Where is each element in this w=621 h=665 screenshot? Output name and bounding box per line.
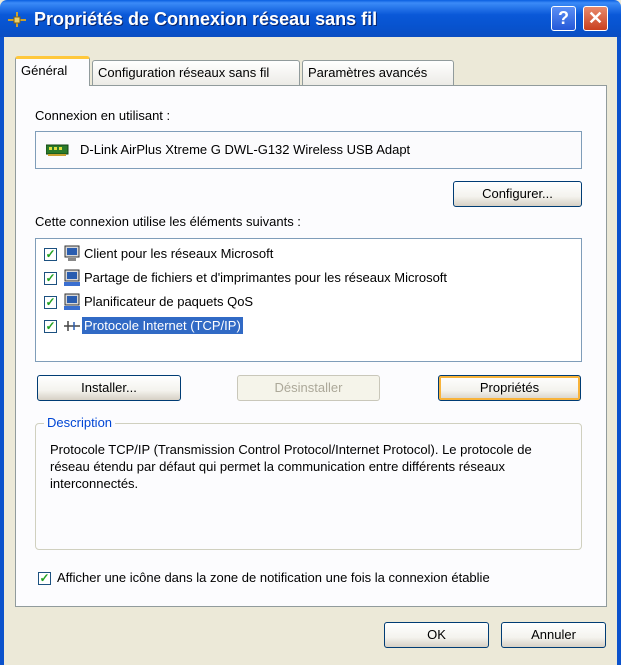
tab-wireless-networks[interactable]: Configuration réseaux sans fil — [92, 60, 300, 85]
window-frame-right — [617, 37, 621, 665]
close-button[interactable]: ✕ — [583, 6, 608, 31]
ok-button[interactable]: OK — [384, 622, 489, 648]
window-title: Propriétés de Connexion réseau sans fil — [34, 9, 378, 29]
install-button[interactable]: Installer... — [37, 375, 181, 401]
window-frame-left — [0, 37, 4, 665]
tab-panel-general — [15, 85, 607, 607]
title-bar[interactable]: Propriétés de Connexion réseau sans fil … — [0, 0, 621, 37]
configure-button[interactable]: Configurer... — [453, 181, 582, 207]
network-connection-icon — [8, 12, 26, 27]
properties-button[interactable]: Propriétés — [438, 375, 581, 401]
cancel-button[interactable]: Annuler — [501, 622, 606, 648]
tab-general[interactable]: Général — [15, 56, 90, 86]
help-button[interactable]: ? — [551, 6, 576, 31]
tab-advanced[interactable]: Paramètres avancés — [302, 60, 454, 85]
